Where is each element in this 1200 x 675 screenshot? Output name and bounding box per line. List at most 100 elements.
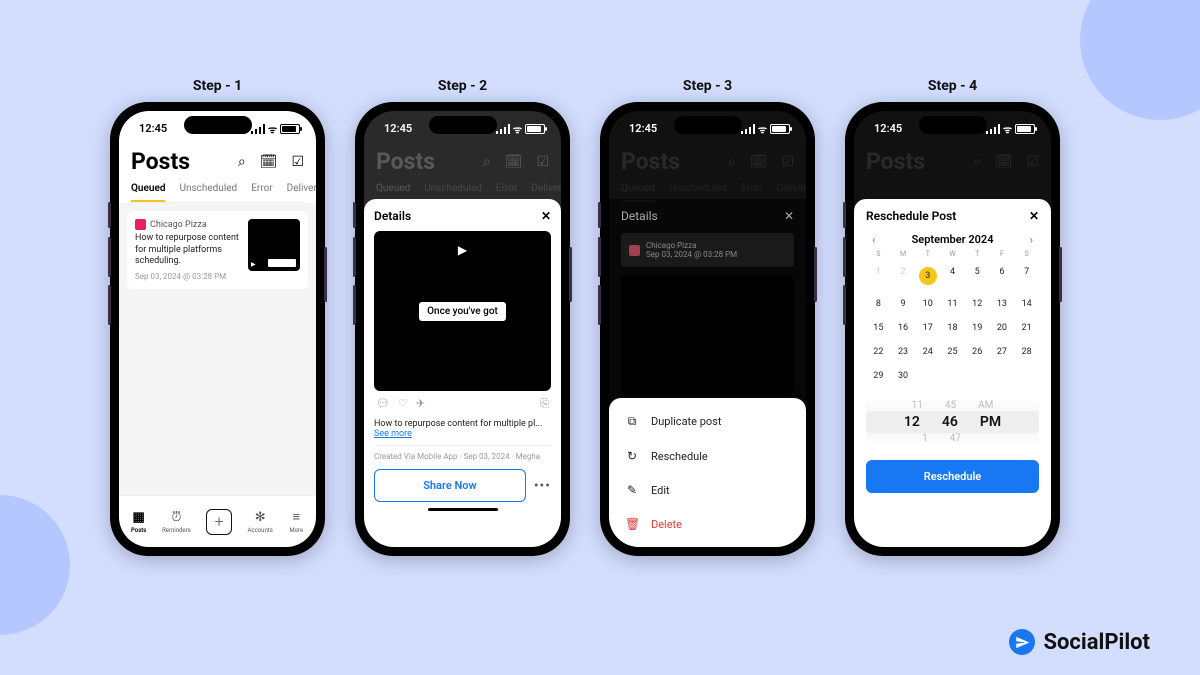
reschedule-sheet: Reschedule Post ✕ ‹ September 2024 › SMT… [854, 199, 1051, 547]
calendar-day[interactable]: 2 [891, 262, 916, 290]
check-icon[interactable]: ☑︎ [291, 154, 304, 170]
calendar-day[interactable]: 30 [891, 366, 916, 386]
calendar-day[interactable]: 19 [965, 318, 990, 338]
more-options-button[interactable]: ••• [534, 478, 551, 494]
calendar-grid: 1234567891011121314151617181920212223242… [866, 262, 1039, 386]
duplicate-icon: ⧉ [625, 414, 639, 429]
nav-posts[interactable]: ▦Posts [131, 509, 147, 534]
next-month-button[interactable]: › [1030, 233, 1033, 246]
nav-accounts[interactable]: ✻Accounts [248, 509, 273, 534]
close-icon[interactable]: ✕ [784, 209, 794, 223]
calendar-day[interactable]: 4 [940, 262, 965, 290]
calendar-day[interactable]: 23 [891, 342, 916, 362]
video-preview[interactable]: ▶ Once you've got [374, 231, 551, 391]
menu-reschedule[interactable]: ↻Reschedule [609, 439, 806, 473]
calendar-day[interactable]: 20 [990, 318, 1015, 338]
step-4-label: Step - 4 [928, 78, 977, 94]
heart-icon[interactable]: ♡ [398, 397, 408, 411]
calendar-day[interactable]: 8 [866, 294, 891, 314]
calendar-day[interactable]: 29 [866, 366, 891, 386]
reschedule-icon: ↻ [625, 449, 639, 463]
post-description: How to repurpose content for multiple pl… [374, 417, 551, 441]
brand-name: SocialPilot [1043, 630, 1150, 655]
calendar-icon[interactable]: 🗓︎ [260, 154, 278, 170]
details-sheet: Details ✕ ▶ Once you've got 💬︎♡✈︎ ⎘ How … [364, 199, 561, 547]
calendar-day[interactable]: 18 [940, 318, 965, 338]
calendar-day[interactable]: 10 [915, 294, 940, 314]
menu-delete[interactable]: 🗑︎Delete [609, 507, 806, 541]
reschedule-button[interactable]: Reschedule [866, 460, 1039, 493]
page-title: Posts [131, 148, 190, 175]
brand-logo: SocialPilot [1009, 629, 1150, 655]
nav-reminders[interactable]: ⏰︎Reminders [162, 509, 191, 534]
nav-more[interactable]: ≡More [288, 509, 304, 534]
close-icon[interactable]: ✕ [541, 209, 551, 223]
search-icon[interactable]: ⌕ [238, 154, 246, 170]
play-icon[interactable]: ▶ [458, 243, 467, 257]
edit-icon: ✎ [625, 483, 639, 497]
bottom-nav: ▦Posts ⏰︎Reminders + ✻Accounts ≡More [119, 495, 316, 547]
bookmark-icon[interactable]: ⎘ [540, 397, 549, 411]
calendar-day[interactable]: 15 [866, 318, 891, 338]
calendar-dow: SMTWTFS [866, 250, 1039, 258]
calendar-day[interactable]: 26 [965, 342, 990, 362]
menu-duplicate[interactable]: ⧉Duplicate post [609, 404, 806, 439]
paper-plane-icon [1009, 629, 1035, 655]
calendar-month: September 2024 [912, 233, 994, 246]
time-picker[interactable]: 1145AM 1246PM 147 [866, 396, 1039, 448]
action-menu: ⧉Duplicate post ↻Reschedule ✎Edit 🗑︎Dele… [609, 398, 806, 547]
tab-unscheduled[interactable]: Unscheduled [179, 183, 237, 202]
calendar-day[interactable]: 27 [990, 342, 1015, 362]
calendar-day[interactable]: 12 [965, 294, 990, 314]
see-more-link[interactable]: See more [374, 429, 412, 439]
calendar-day[interactable]: 11 [940, 294, 965, 314]
post-tabs: Queued Unscheduled Error Delivered [131, 183, 304, 203]
post-timestamp: Sep 03, 2024 @ 03:28 PM [135, 272, 240, 281]
calendar-day[interactable]: 13 [990, 294, 1015, 314]
status-bar: 12:45 ᯤ [609, 111, 806, 146]
tab-queued[interactable]: Queued [131, 183, 165, 202]
calendar-day[interactable]: 5 [965, 262, 990, 290]
calendar-day[interactable]: 21 [1014, 318, 1039, 338]
calendar-day[interactable]: 9 [891, 294, 916, 314]
status-time: 12:45 [139, 122, 167, 135]
status-bar: 12:45 ᯤ [119, 111, 316, 146]
calendar-day[interactable]: 1 [866, 262, 891, 290]
calendar-day[interactable]: 14 [1014, 294, 1039, 314]
video-preview-dim [621, 275, 794, 395]
share-now-button[interactable]: Share Now [374, 469, 526, 502]
comment-icon[interactable]: 💬︎ [376, 397, 390, 411]
step-3-label: Step - 3 [683, 78, 732, 94]
video-caption: Once you've got [419, 302, 506, 321]
post-thumbnail: ▶ [248, 219, 300, 271]
calendar-day[interactable]: 17 [915, 318, 940, 338]
post-text: How to repurpose content for multiple pl… [135, 233, 240, 268]
calendar-day[interactable]: 25 [940, 342, 965, 362]
calendar-day[interactable]: 22 [866, 342, 891, 362]
account-avatar [135, 219, 146, 230]
post-meta: Created Via Mobile App · Sep 03, 2024 · … [374, 445, 551, 461]
calendar-day[interactable]: 28 [1014, 342, 1039, 362]
calendar-day[interactable]: 3 [915, 262, 940, 290]
calendar-day[interactable]: 6 [990, 262, 1015, 290]
status-bar: 12:45 ᯤ [364, 111, 561, 146]
send-icon[interactable]: ✈︎ [416, 397, 425, 411]
battery-icon [280, 124, 300, 134]
tab-delivered[interactable]: Delivered [287, 183, 316, 202]
account-name: Chicago Pizza [150, 220, 207, 230]
step-1-label: Step - 1 [193, 78, 242, 94]
menu-edit[interactable]: ✎Edit [609, 473, 806, 507]
nav-add[interactable]: + [206, 509, 232, 535]
status-bar: 12:45 ᯤ [854, 111, 1051, 146]
calendar-day[interactable]: 24 [915, 342, 940, 362]
post-card[interactable]: Chicago Pizza How to repurpose content f… [127, 211, 308, 289]
step-2-label: Step - 2 [438, 78, 487, 94]
tab-error[interactable]: Error [251, 183, 272, 202]
signal-icon [251, 124, 265, 134]
calendar-day[interactable]: 16 [891, 318, 916, 338]
wifi-icon: ᯤ [268, 122, 277, 136]
prev-month-button[interactable]: ‹ [872, 233, 875, 246]
close-icon[interactable]: ✕ [1029, 209, 1039, 223]
delete-icon: 🗑︎ [625, 517, 639, 531]
calendar-day[interactable]: 7 [1014, 262, 1039, 290]
